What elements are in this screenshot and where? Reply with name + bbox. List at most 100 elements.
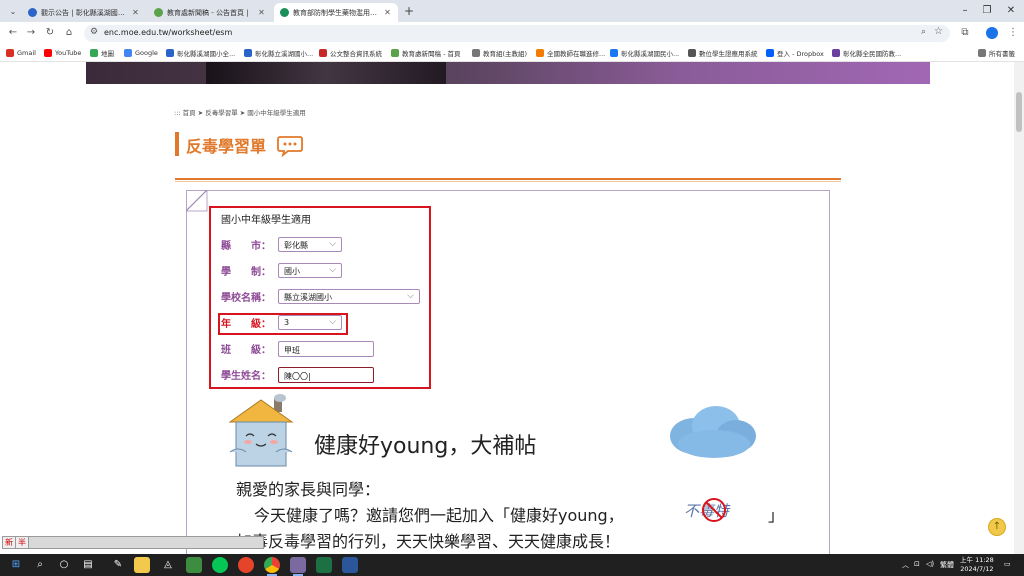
class-label: 班 級：: [221, 345, 271, 356]
task-view-icon[interactable]: ○: [56, 557, 72, 573]
scrollbar-thumb[interactable]: [1016, 92, 1022, 132]
grade-value: 3: [284, 318, 290, 327]
poster-title: 健康好young，大補帖: [314, 434, 537, 459]
restore-icon[interactable]: ❐: [978, 2, 996, 20]
search-icon[interactable]: ⌕: [32, 557, 48, 573]
school-type-label: 學 制：: [221, 267, 271, 278]
forward-icon[interactable]: →: [24, 26, 38, 40]
menu-icon[interactable]: ⋮: [1006, 26, 1020, 40]
bookmark-item[interactable]: Google: [124, 47, 158, 59]
snipping-tool-icon[interactable]: [290, 557, 306, 576]
poster-greeting: 親愛的家長與同學：: [236, 480, 381, 499]
extensions-icon[interactable]: ⧉: [958, 26, 972, 40]
browser-toolbar: ← → ↻ ⌂ ⚙ enc.moe.edu.tw/worksheet/esm ⌕…: [0, 22, 1024, 44]
chevron-down-icon: ⌵: [329, 265, 336, 275]
bookmark-label: Google: [135, 49, 158, 57]
widgets-icon[interactable]: ▤: [80, 557, 96, 573]
school-name-select[interactable]: 縣立溪湖國小 ⌵: [278, 289, 420, 304]
county-label: 縣 市：: [221, 241, 271, 252]
bookmark-star-icon[interactable]: ☆: [934, 26, 943, 37]
bookmark-favicon-icon: [688, 49, 696, 57]
bookmark-item[interactable]: 登入 - Dropbox: [766, 47, 824, 59]
tab-favicon-icon: [154, 8, 163, 17]
app-icon[interactable]: [238, 557, 254, 573]
school-type-select[interactable]: 國小 ⌵: [278, 263, 342, 278]
bookmark-label: 登入 - Dropbox: [777, 50, 824, 58]
close-window-icon[interactable]: ✕: [1002, 2, 1020, 20]
bookmark-item[interactable]: 所有書籤: [978, 47, 1015, 59]
title-accent-bar: [175, 132, 179, 156]
poster-line-2-end: 」: [768, 506, 785, 525]
profile-avatar[interactable]: [986, 27, 998, 39]
bookmark-item[interactable]: 彰化縣立溪湖國小...: [244, 47, 313, 59]
photos-app-icon[interactable]: ✎: [110, 557, 126, 573]
bookmark-item[interactable]: Gmail: [6, 47, 36, 59]
url-text[interactable]: enc.moe.edu.tw/worksheet/esm: [104, 28, 232, 37]
minimize-icon[interactable]: –: [956, 2, 974, 20]
bookmark-favicon-icon: [766, 49, 774, 57]
notepad-app-icon[interactable]: [186, 557, 202, 573]
input-language[interactable]: 繁體: [940, 560, 954, 570]
class-input[interactable]: 甲班: [278, 341, 374, 357]
school-name-label: 學校名稱：: [221, 293, 271, 304]
browser-tab[interactable]: 教育處新聞稿 - 公告首頁 | ✕: [148, 3, 272, 22]
clock[interactable]: 上午 11:28 2024/7/12: [960, 556, 994, 574]
speech-bubble-icon: [277, 136, 303, 157]
bookmark-item[interactable]: 教育處新聞稿 - 首頁: [391, 47, 460, 59]
bookmark-favicon-icon: [244, 49, 252, 57]
site-info-icon[interactable]: ⚙: [90, 27, 98, 37]
bookmark-item[interactable]: 數位學生證應用系統: [688, 47, 758, 59]
bookmark-favicon-icon: [610, 49, 618, 57]
reload-icon[interactable]: ↻: [43, 26, 57, 40]
grade-select[interactable]: 3 ⌵: [278, 315, 342, 330]
start-icon[interactable]: ⊞: [8, 557, 24, 573]
bookmark-favicon-icon: [536, 49, 544, 57]
close-tab-icon[interactable]: ✕: [383, 8, 392, 17]
zoom-icon[interactable]: ⌕: [921, 27, 926, 37]
title-divider-light: [175, 181, 841, 182]
line-app-icon[interactable]: [212, 557, 228, 573]
bookmarks-bar: Gmail YouTube 地圖 Google 彰化縣溪湖國小全... 彰化縣立溪湖國小.…: [0, 44, 1024, 62]
bookmark-label: 彰化縣全民國防教...: [843, 50, 902, 58]
bookmark-item[interactable]: YouTube: [44, 47, 81, 59]
browser-tab-active[interactable]: 教育部防制學生藥物濫用資源網 ✕: [274, 3, 398, 22]
notifications-icon[interactable]: ▭: [1004, 560, 1011, 568]
bookmark-item[interactable]: 彰化縣溪湖國小全...: [166, 47, 235, 59]
excel-icon[interactable]: [316, 557, 332, 573]
form-heading: 國小中年級學生適用: [221, 215, 311, 226]
address-bar[interactable]: ⚙ enc.moe.edu.tw/worksheet/esm ⌕ ☆: [84, 25, 950, 42]
word-icon[interactable]: [342, 557, 358, 573]
home-icon[interactable]: ⌂: [62, 26, 76, 40]
bookmark-label: 彰化縣立溪湖國小...: [255, 50, 314, 58]
bookmark-item[interactable]: 地圖: [90, 47, 114, 59]
bookmark-label: 地圖: [101, 50, 114, 58]
acrobat-icon[interactable]: ◬: [160, 557, 176, 573]
back-to-top-icon[interactable]: ↑: [988, 518, 1006, 536]
chrome-icon[interactable]: [264, 557, 280, 576]
volume-icon[interactable]: ◁): [926, 560, 934, 568]
grade-label: 年 級：: [221, 319, 271, 330]
back-icon[interactable]: ←: [6, 26, 20, 40]
file-explorer-icon[interactable]: [134, 557, 150, 573]
network-icon[interactable]: ⊡: [914, 560, 920, 568]
close-tab-icon[interactable]: ✕: [131, 8, 140, 17]
student-name-input[interactable]: 陳〇〇|: [278, 367, 374, 383]
bookmark-item[interactable]: 全國教師在職進修...: [536, 47, 605, 59]
chevron-down-icon: ⌵: [407, 291, 414, 301]
ime-mode-indicator[interactable]: 新: [3, 537, 16, 548]
tab-title: 教育部防制學生藥物濫用資源網: [293, 8, 379, 17]
bookmark-item[interactable]: 教育組(主教組): [472, 47, 527, 59]
bookmark-item[interactable]: 彰化縣全民國防教...: [832, 47, 901, 59]
close-tab-icon[interactable]: ✕: [257, 8, 266, 17]
county-select[interactable]: 彰化縣 ⌵: [278, 237, 342, 252]
new-tab-icon[interactable]: +: [402, 4, 416, 18]
tab-search-icon[interactable]: ⌄: [6, 4, 20, 18]
bookmark-item[interactable]: 彰化縣溪湖國民小...: [610, 47, 679, 59]
bookmark-item[interactable]: 公文整合資訊系統: [319, 47, 382, 59]
browser-tab[interactable]: 觀示公告 | 彰化縣溪湖國小全球... ✕: [22, 3, 146, 22]
tab-title: 觀示公告 | 彰化縣溪湖國小全球...: [41, 8, 127, 17]
tray-overflow-icon[interactable]: ︿: [902, 560, 909, 570]
page-scrollbar[interactable]: [1014, 62, 1024, 554]
ime-width-indicator[interactable]: 半: [16, 537, 29, 548]
bookmark-label: 數位學生證應用系統: [699, 50, 758, 58]
